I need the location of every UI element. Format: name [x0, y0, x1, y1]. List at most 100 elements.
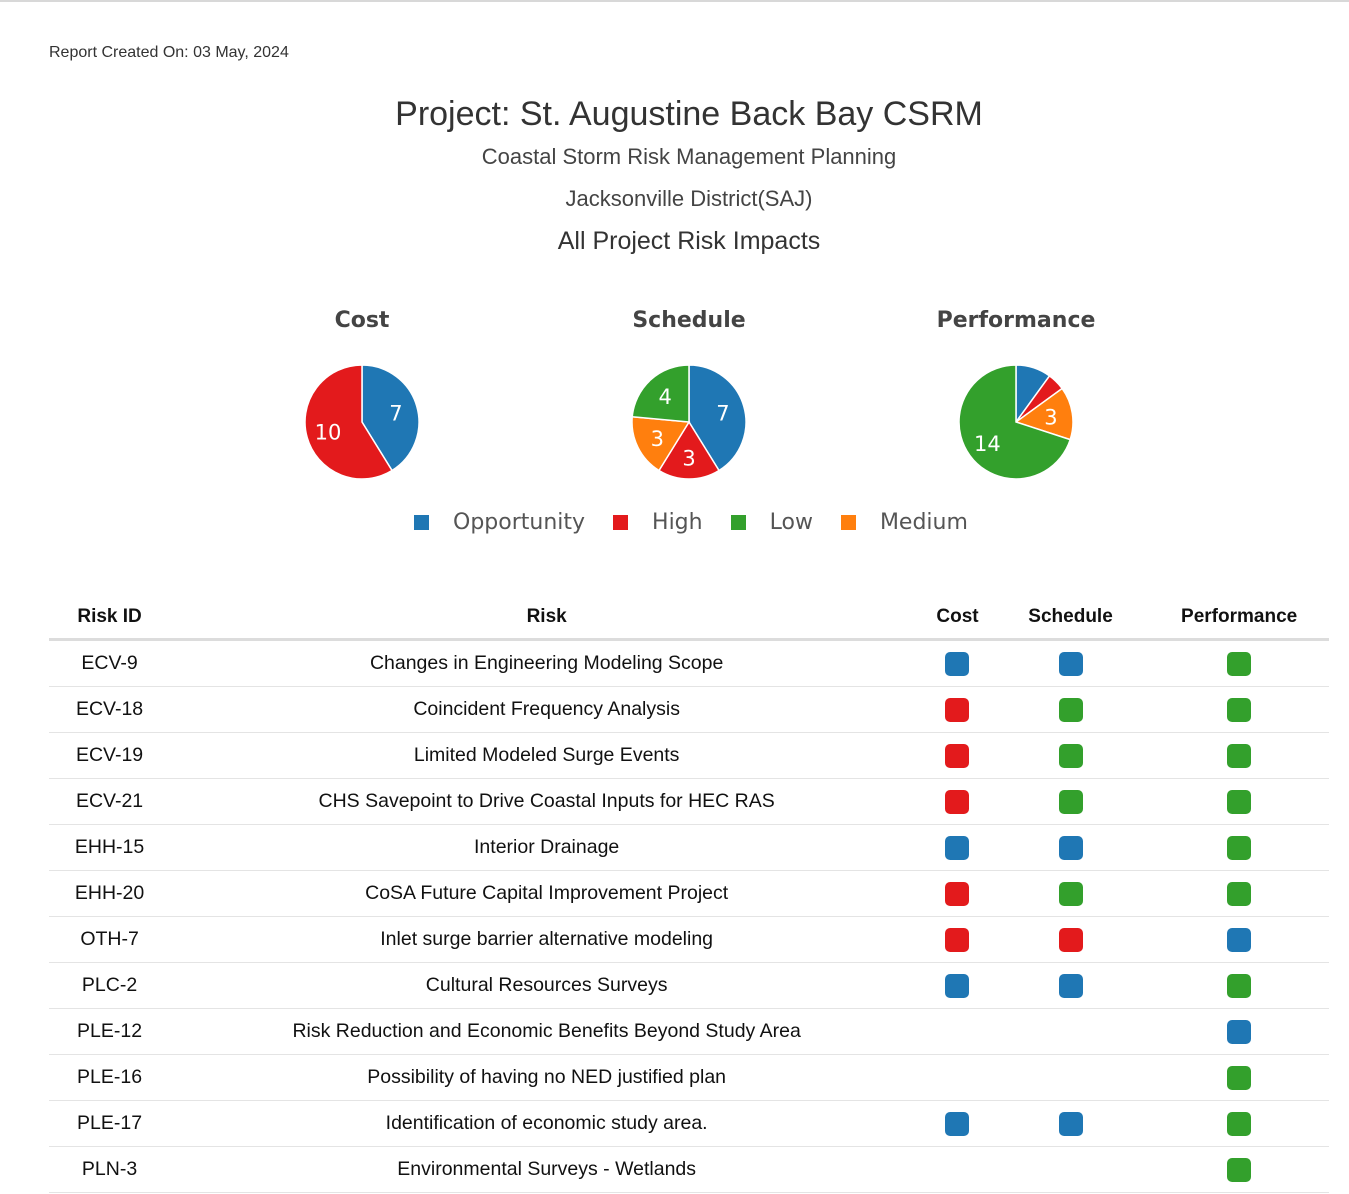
- section-title: All Project Risk Impacts: [557, 227, 821, 255]
- legend-item-opportunity[interactable]: Opportunity: [414, 510, 585, 535]
- header-risk[interactable]: Risk: [170, 596, 924, 641]
- cost-impact-cell: [923, 824, 992, 871]
- performance-impact-indicator-low: [1227, 881, 1252, 906]
- risk-id-cell: PLN-3: [49, 1146, 171, 1193]
- schedule-impact-cell: [991, 962, 1150, 1009]
- report-created-date: Report Created On: 03 May, 2024: [49, 44, 289, 61]
- performance-impact-cell: [1149, 1100, 1329, 1147]
- performance-impact-indicator-low: [1227, 1065, 1252, 1090]
- risk-id-cell: ECV-18: [49, 686, 171, 733]
- risk-id-cell: PLE-16: [49, 1054, 171, 1101]
- legend-item-low[interactable]: Low: [730, 509, 813, 535]
- performance-impact-indicator-low: [1227, 697, 1252, 722]
- cost-impact-cell: [923, 1008, 992, 1055]
- table-row[interactable]: ECV-18 Coincident Frequency Analysis: [49, 686, 1329, 733]
- performance-impact-indicator-opportunity: [1227, 1019, 1252, 1044]
- project-title: Project: St. Augustine Back Bay CSRM: [395, 95, 983, 133]
- legend-label-high: High: [652, 509, 703, 535]
- risk-name-cell: Risk Reduction and Economic Benefits Bey…: [170, 1008, 924, 1055]
- risk-id-cell: OTH-7: [49, 916, 171, 963]
- pie-slice-label: 7: [716, 401, 729, 425]
- schedule-impact-cell: [991, 1100, 1150, 1147]
- schedule-impact-cell: [991, 778, 1150, 825]
- header-performance[interactable]: Performance: [1149, 596, 1329, 641]
- performance-impact-cell: [1149, 778, 1329, 825]
- legend-item-high[interactable]: High: [613, 510, 703, 535]
- cost-impact-indicator-opportunity: [945, 651, 970, 676]
- schedule-impact-cell: [991, 732, 1150, 779]
- risk-name-cell: Possibility of having no NED justified p…: [170, 1054, 924, 1101]
- performance-impact-indicator-low: [1227, 651, 1252, 676]
- schedule-impact-indicator-opportunity: [1058, 651, 1083, 676]
- cost-impact-cell: [923, 916, 992, 963]
- table-row[interactable]: OTH-7 Inlet surge barrier alternative mod…: [49, 916, 1329, 963]
- schedule-impact-cell: [991, 1008, 1150, 1055]
- cost-chart-title: Cost: [334, 308, 390, 333]
- pie-slice-label: 14: [974, 432, 1001, 456]
- pie-slice-label: 7: [389, 401, 402, 425]
- risk-name-cell: CHS Savepoint to Drive Coastal Inputs fo…: [170, 778, 924, 825]
- table-row[interactable]: PLC-2 Cultural Resources Surveys: [49, 962, 1329, 1009]
- table-row[interactable]: EHH-20 CoSA Future Capital Improvement Pr…: [49, 870, 1329, 917]
- table-body: ECV-9 Changes in Engineering Modeling Sco…: [49, 639, 1329, 1193]
- pie-slice-label: 4: [659, 385, 672, 409]
- cost-impact-indicator-high: [945, 881, 970, 906]
- legend-swatch-low: [730, 514, 746, 530]
- legend-swatch-high: [613, 514, 629, 530]
- district-name: Jacksonville District(SAJ): [565, 186, 813, 211]
- risk-name-cell: Environmental Surveys - Wetlands: [170, 1146, 924, 1193]
- table-row[interactable]: ECV-21 CHS Savepoint to Drive Coastal Inp…: [49, 778, 1329, 825]
- header-risk-id[interactable]: Risk ID: [49, 596, 171, 641]
- top-divider: [0, 0, 1349, 2]
- risk-name-cell: CoSA Future Capital Improvement Project: [170, 870, 924, 917]
- pie-slice-label: 10: [315, 421, 342, 445]
- cost-impact-cell: [923, 1100, 992, 1147]
- risk-impact-table: Risk ID Risk Cost Schedule Performance E…: [49, 596, 1329, 1193]
- schedule-impact-cell: [991, 1054, 1150, 1101]
- cost-impact-cell: [923, 778, 992, 825]
- performance-impact-cell: [1149, 1054, 1329, 1101]
- legend-label-medium: Medium: [879, 509, 968, 535]
- legend-swatch-opportunity: [414, 514, 429, 530]
- risk-name-cell: Interior Drainage: [170, 824, 924, 871]
- performance-impact-cell: [1149, 732, 1329, 779]
- table-row[interactable]: ECV-19 Limited Modeled Surge Events: [49, 732, 1329, 779]
- table-row[interactable]: EHH-15 Interior Drainage: [49, 824, 1329, 871]
- table-header-row: Risk ID Risk Cost Schedule Performance: [49, 596, 1329, 641]
- risk-name-cell: Limited Modeled Surge Events: [170, 732, 924, 779]
- legend-item-medium[interactable]: Medium: [840, 509, 968, 535]
- header-cost[interactable]: Cost: [923, 596, 992, 641]
- schedule-chart-title: Schedule: [632, 308, 746, 333]
- schedule-pie-chart: 7334 Schedule: [559, 300, 819, 490]
- cost-impact-indicator-high: [945, 927, 970, 952]
- header-schedule[interactable]: Schedule: [991, 596, 1150, 641]
- risk-id-cell: PLE-12: [49, 1008, 171, 1055]
- table-row[interactable]: PLN-3 Environmental Surveys - Wetlands: [49, 1146, 1329, 1193]
- schedule-impact-indicator-low: [1058, 743, 1083, 768]
- table-row[interactable]: PLE-16 Possibility of having no NED justi…: [49, 1054, 1329, 1101]
- performance-impact-indicator-low: [1227, 789, 1252, 814]
- performance-impact-cell: [1149, 1008, 1329, 1055]
- cost-impact-cell: [923, 686, 992, 733]
- risk-name-cell: Coincident Frequency Analysis: [170, 686, 924, 733]
- table-row[interactable]: PLE-12 Risk Reduction and Economic Benefi…: [49, 1008, 1329, 1055]
- cost-impact-cell: [923, 1146, 992, 1193]
- table-row[interactable]: PLE-17 Identification of economic study a…: [49, 1100, 1329, 1147]
- risk-name-cell: Cultural Resources Surveys: [170, 962, 924, 1009]
- pie-slice-label: 3: [1044, 405, 1057, 429]
- legend-label-low: Low: [769, 509, 813, 535]
- performance-impact-cell: [1149, 686, 1329, 733]
- performance-impact-indicator-low: [1227, 743, 1252, 768]
- schedule-impact-indicator-opportunity: [1058, 973, 1083, 998]
- pie-slice-label: 3: [651, 427, 664, 451]
- schedule-impact-cell: [991, 916, 1150, 963]
- performance-chart-title: Performance: [936, 308, 1096, 333]
- table-row[interactable]: ECV-9 Changes in Engineering Modeling Sco…: [49, 639, 1329, 687]
- schedule-impact-indicator-low: [1058, 881, 1083, 906]
- report-header: Project: St. Augustine Back Bay CSRM Coa…: [0, 92, 1349, 262]
- performance-pie-chart: 3 14 Performance: [886, 300, 1146, 490]
- schedule-impact-indicator-high: [1058, 927, 1083, 952]
- cost-impact-cell: [923, 639, 992, 687]
- schedule-impact-cell: [991, 870, 1150, 917]
- performance-impact-cell: [1149, 916, 1329, 963]
